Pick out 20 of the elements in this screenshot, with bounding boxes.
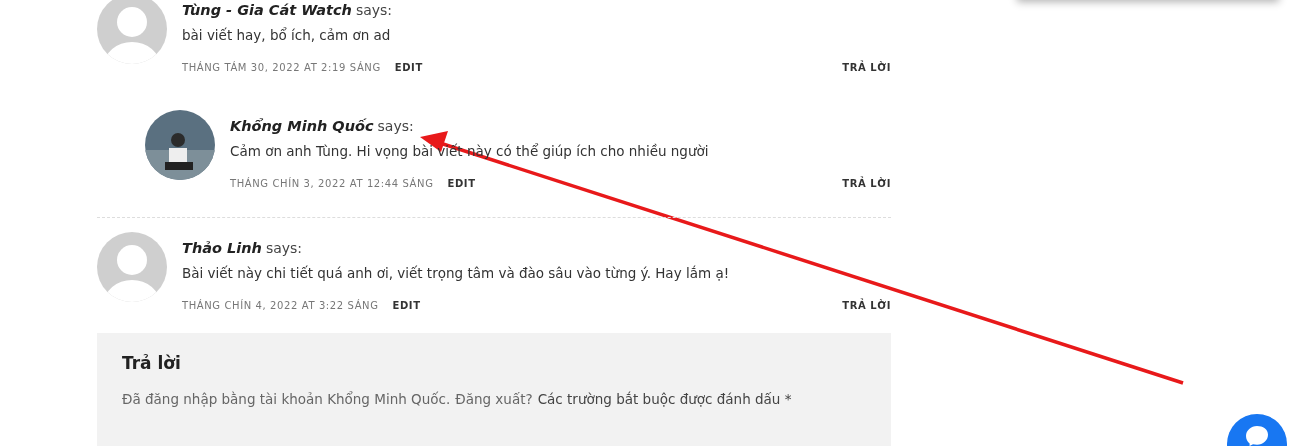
comment-date[interactable]: THÁNG TÁM 30, 2022 AT 2:19 SÁNG: [182, 62, 381, 73]
required-fields-note: Các trường bắt buộc được đánh dấu *: [537, 391, 792, 407]
reply-link[interactable]: TRẢ LỜI: [842, 300, 891, 311]
comment-text: bài viết hay, bổ ích, cảm ơn ad: [182, 26, 392, 45]
reply-link[interactable]: TRẢ LỜI: [842, 62, 891, 73]
comment-text: Bài viết này chi tiết quá anh ơi, viết trọng tâm và đào sâu vào từng ý. Hay lắm ạ!: [182, 264, 731, 283]
comment-author-line: Khổng Minh Quốc says:: [230, 117, 415, 136]
comment-author-line: Tùng - Gia Cát Watch says:: [182, 1, 394, 20]
comment-date[interactable]: THÁNG CHÍN 4, 2022 AT 3:22 SÁNG: [182, 300, 379, 311]
logout-link[interactable]: Đăng xuất?: [455, 391, 533, 407]
edit-link[interactable]: EDIT: [447, 178, 476, 189]
reply-link[interactable]: TRẢ LỜI: [842, 178, 891, 189]
avatar-placeholder: [97, 0, 167, 64]
messenger-icon: [1246, 426, 1268, 446]
edit-link[interactable]: EDIT: [394, 62, 423, 73]
edit-link[interactable]: EDIT: [392, 300, 421, 311]
reply-form-title: Trả lời: [122, 353, 182, 373]
logged-in-text: Đã đăng nhập bằng tài khoản Khổng Minh Quốc.: [122, 391, 451, 407]
comment-date[interactable]: THÁNG CHÍN 3, 2022 AT 12:44 SÁNG: [230, 178, 434, 189]
comment-author-line: Thảo Linh says:: [182, 239, 304, 258]
